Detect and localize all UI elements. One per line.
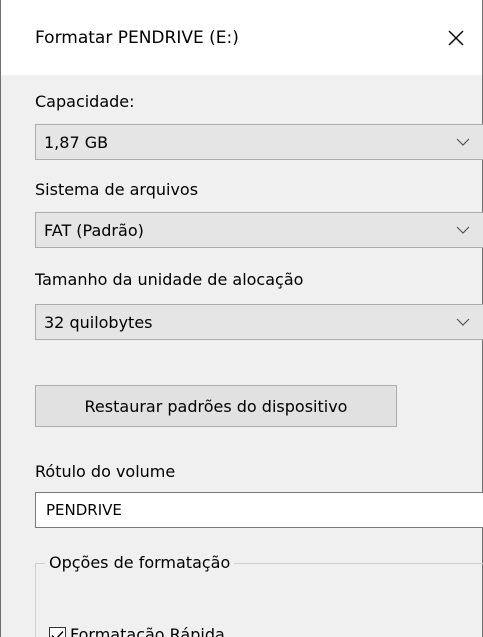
capacity-select[interactable]: 1,87 GB	[35, 124, 483, 160]
quick-format-label: Formatação Rápida	[70, 625, 225, 637]
quick-format-checkbox[interactable]	[49, 626, 66, 637]
allocation-select[interactable]: 32 quilobytes	[35, 304, 483, 340]
file-system-label: Sistema de arquivos	[35, 180, 199, 199]
format-options-legend: Opções de formatação	[45, 553, 235, 573]
allocation-label: Tamanho da unidade de alocação	[35, 270, 304, 289]
volume-label-label: Rótulo do volume	[35, 462, 176, 481]
restore-defaults-button[interactable]: Restaurar padrões do dispositivo	[35, 385, 397, 427]
title-bar: Formatar PENDRIVE (E:)	[1, 0, 482, 75]
file-system-select[interactable]: FAT (Padrão)	[35, 212, 483, 248]
close-icon	[448, 30, 464, 46]
chevron-down-icon	[456, 317, 470, 327]
chevron-down-icon	[456, 137, 470, 147]
window-title: Formatar PENDRIVE (E:)	[35, 28, 239, 48]
file-system-value: FAT (Padrão)	[44, 221, 144, 240]
volume-label-input[interactable]	[35, 492, 483, 528]
format-dialog: Formatar PENDRIVE (E:) Capacidade: 1,87 …	[0, 0, 483, 637]
capacity-value: 1,87 GB	[44, 133, 109, 152]
capacity-label: Capacidade:	[35, 92, 135, 111]
quick-format-option[interactable]: Formatação Rápida	[49, 625, 225, 637]
chevron-down-icon	[456, 225, 470, 235]
checkmark-icon	[51, 630, 64, 637]
close-button[interactable]	[430, 18, 482, 58]
allocation-value: 32 quilobytes	[44, 313, 153, 332]
